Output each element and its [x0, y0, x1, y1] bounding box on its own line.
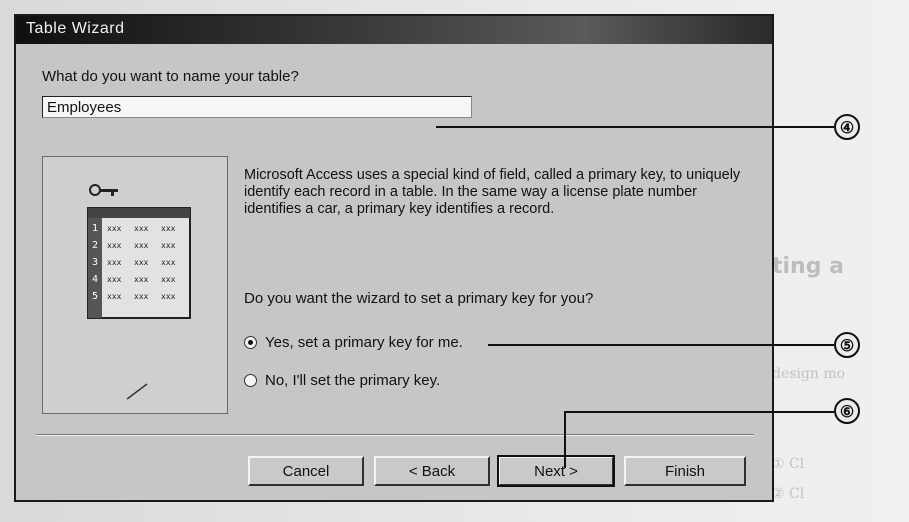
- radio-button[interactable]: [244, 374, 257, 387]
- callout-line-6: [564, 411, 834, 413]
- title-bar[interactable]: Table Wizard: [16, 16, 772, 44]
- grid-row-number: 2: [92, 240, 98, 251]
- callout-line-5: [488, 344, 834, 346]
- table-wizard-dialog: Table Wizard What do you want to name yo…: [14, 14, 774, 502]
- grid-cell-text: xxx: [107, 275, 122, 284]
- grid-row-number: 5: [92, 291, 98, 302]
- grid-cell-text: xxx: [161, 241, 176, 250]
- background-text-line: ② Cl: [772, 486, 805, 502]
- callout-marker-5: ⑤: [834, 332, 860, 358]
- button-separator: [36, 434, 754, 436]
- table-grid-icon: 1 xxx xxx xxx 2 xxx xxx xxx 3 xxx xxx xxx 4 xxx xxx xxx…: [87, 207, 191, 319]
- callout-marker-6: ⑥: [834, 398, 860, 424]
- grid-cell-text: xxx: [161, 275, 176, 284]
- cancel-button[interactable]: Cancel: [248, 456, 364, 486]
- grid-cell-text: xxx: [107, 258, 122, 267]
- option-label: Yes, set a primary key for me.: [265, 334, 463, 351]
- option-yes-set-primary-key[interactable]: Yes, set a primary key for me.: [244, 334, 463, 351]
- background-text-line: ① Cl: [772, 456, 805, 472]
- grid-row-number: 1: [92, 223, 98, 234]
- grid-cell-text: xxx: [134, 258, 149, 267]
- grid-cell-text: xxx: [107, 224, 122, 233]
- key-icon: [89, 184, 118, 196]
- grid-cell-text: xxx: [107, 241, 122, 250]
- next-button[interactable]: Next >: [497, 455, 615, 487]
- grid-cell-text: xxx: [134, 241, 149, 250]
- grid-row-number: 3: [92, 257, 98, 268]
- grid-row-number: 4: [92, 274, 98, 285]
- background-heading: ting a: [772, 254, 844, 279]
- background-text-line: design mo: [772, 366, 846, 382]
- grid-cell-text: xxx: [107, 292, 122, 301]
- grid-cell-text: xxx: [161, 292, 176, 301]
- option-no-set-primary-key[interactable]: No, I'll set the primary key.: [244, 372, 440, 389]
- grid-cell-text: xxx: [161, 224, 176, 233]
- callout-line-6-vertical: [564, 412, 566, 468]
- grid-cell-text: xxx: [134, 275, 149, 284]
- finish-button[interactable]: Finish: [624, 456, 746, 486]
- back-button[interactable]: < Back: [374, 456, 490, 486]
- primary-key-description: Microsoft Access uses a special kind of …: [244, 167, 741, 217]
- table-name-prompt: What do you want to name your table?: [42, 68, 299, 85]
- callout-line-4: [436, 126, 834, 128]
- option-label: No, I'll set the primary key.: [265, 372, 441, 389]
- callout-marker-4: ④: [834, 114, 860, 140]
- window-title: Table Wizard: [26, 20, 125, 37]
- primary-key-prompt: Do you want the wizard to set a primary …: [244, 290, 594, 307]
- grid-cell-text: xxx: [134, 224, 149, 233]
- table-name-input[interactable]: [42, 96, 472, 118]
- grid-cell-text: xxx: [134, 292, 149, 301]
- wizard-wand-icon: [126, 383, 148, 400]
- primary-key-illustration: 1 xxx xxx xxx 2 xxx xxx xxx 3 xxx xxx xxx 4 xxx xxx xxx…: [42, 156, 228, 414]
- radio-button[interactable]: [244, 336, 257, 349]
- grid-cell-text: xxx: [161, 258, 176, 267]
